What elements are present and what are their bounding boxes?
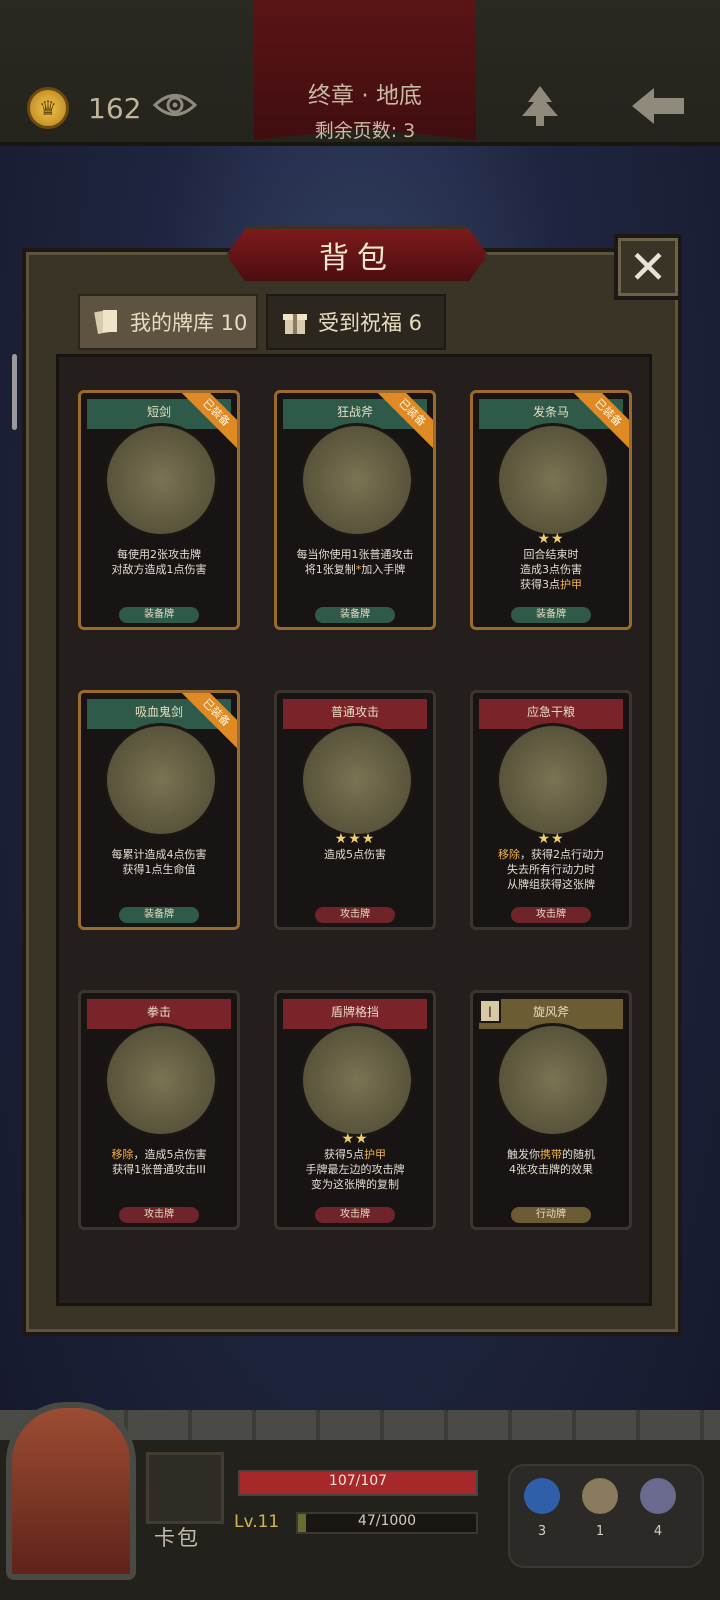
card-description: 获得5点护甲 手牌最左边的攻击牌 变为这张牌的复制	[305, 1148, 405, 1191]
card-8[interactable]: 盾牌格挡 ★★ 获得5点护甲 手牌最左边的攻击牌 变为这张牌的复制攻击牌	[274, 990, 436, 1230]
card-type-label: 攻击牌	[315, 907, 395, 923]
cards-icon	[94, 309, 117, 335]
card-art	[104, 723, 218, 837]
card-1[interactable]: 短剑 每使用2张攻击牌 对敌方造成1点伤害 装备牌 已装备	[78, 390, 240, 630]
card-name: 应急干粮	[526, 705, 575, 719]
level-label: Lv.11	[234, 1512, 280, 1532]
card-stars: ★★	[537, 831, 565, 847]
inventory-count: 1	[595, 1524, 605, 1539]
gift-icon	[283, 314, 307, 334]
card-type-label: 攻击牌	[119, 1207, 199, 1223]
card-stars: ★★	[537, 531, 565, 547]
tab-my-deck[interactable]: 我的牌库 10	[78, 294, 258, 350]
tab-blessings[interactable]: 受到祝福 6	[266, 294, 446, 350]
card-art	[104, 423, 218, 537]
tab-label: 我的牌库 10	[130, 311, 248, 335]
card-art	[104, 1023, 218, 1137]
tower-icon: I	[479, 999, 501, 1023]
card-name: 拳击	[146, 1005, 171, 1019]
xp-text: 47/1000	[357, 1513, 417, 1529]
card-description: 移除，造成5点伤害 获得1张普通攻击III	[111, 1148, 207, 1176]
skill-tree-icon[interactable]	[512, 82, 568, 130]
close-button[interactable]: ✕	[614, 234, 682, 300]
inventory-slot[interactable]: 4	[630, 1470, 686, 1560]
pages-remaining: 剩余页数: 3	[314, 120, 416, 142]
tab-label: 受到祝福 6	[318, 311, 423, 335]
card-description: 每累计造成4点伤害 获得1点生命值	[111, 848, 207, 876]
crown-coin-icon: ♛	[27, 87, 69, 129]
back-arrow-icon[interactable]	[628, 84, 688, 128]
modal-title: 背包	[226, 226, 488, 284]
card-7[interactable]: 拳击移除，造成5点伤害 获得1张普通攻击III 攻击牌	[78, 990, 240, 1230]
card-description: 每使用2张攻击牌 对敌方造成1点伤害	[111, 548, 207, 576]
card-name: 普通攻击	[330, 705, 379, 719]
card-type-label: 行动牌	[511, 1207, 591, 1223]
card-pack-label: 卡包	[154, 1526, 200, 1550]
chapter-title: 终章 · 地底	[308, 83, 422, 109]
card-type-label: 攻击牌	[315, 1207, 395, 1223]
inventory-count: 3	[537, 1524, 547, 1539]
cards-icon	[640, 1478, 676, 1514]
card-description: 每当你使用1张普通攻击 将1张复制*加入手牌	[296, 548, 414, 576]
card-type-label: 攻击牌	[511, 907, 591, 923]
card-name: 盾牌格挡	[330, 1005, 379, 1019]
card-type-label: 装备牌	[511, 607, 591, 623]
card-stars: ★★	[341, 1131, 369, 1147]
card-3[interactable]: 发条马 ★★ 回合结束时 造成3点伤害 获得3点护甲 装备牌 已装备	[470, 390, 632, 630]
card-type-label: 装备牌	[119, 907, 199, 923]
card-art	[496, 723, 610, 837]
inventory-count: 4	[653, 1524, 663, 1539]
card-type-label: 装备牌	[119, 607, 199, 623]
inventory-slot[interactable]: 1	[572, 1470, 628, 1560]
card-art	[300, 1023, 414, 1137]
card-5[interactable]: 普通攻击 ★★★ 造成5点伤害 攻击牌	[274, 690, 436, 930]
scroll-indicator	[12, 354, 17, 430]
card-description: 回合结束时 造成3点伤害 获得3点护甲	[520, 548, 582, 591]
card-stars: ★★★	[334, 831, 376, 847]
card-art	[300, 723, 414, 837]
card-art	[300, 423, 414, 537]
card-type-label: 装备牌	[315, 607, 395, 623]
hero-portrait[interactable]	[6, 1402, 136, 1580]
card-art	[496, 1023, 610, 1137]
card-description: 造成5点伤害	[324, 848, 386, 861]
card-9[interactable]: 旋风斧 触发你携带的随机 4张攻击牌的效果 行动牌 I	[470, 990, 632, 1230]
card-4[interactable]: 吸血鬼剑 每累计造成4点伤害 获得1点生命值 装备牌 已装备	[78, 690, 240, 930]
eye-icon[interactable]	[152, 90, 198, 120]
inventory-slot[interactable]: 3	[514, 1470, 570, 1560]
card-pack-button[interactable]	[146, 1452, 224, 1524]
coin-count: 162	[88, 92, 142, 125]
card-art	[496, 423, 610, 537]
hp-text: 107/107	[328, 1473, 388, 1489]
card-description: 触发你携带的随机 4张攻击牌的效果	[507, 1148, 595, 1176]
card-6[interactable]: 应急干粮 ★★ 移除，获得2点行动力 失去所有行动力时 从牌组获得这张牌攻击牌	[470, 690, 632, 930]
card-2[interactable]: 狂战斧 每当你使用1张普通攻击 将1张复制*加入手牌 装备牌 已装备	[274, 390, 436, 630]
card-description: 移除，获得2点行动力 失去所有行动力时 从牌组获得这张牌	[498, 848, 604, 891]
potion-icon	[524, 1478, 560, 1514]
hourglass-icon	[582, 1478, 618, 1514]
